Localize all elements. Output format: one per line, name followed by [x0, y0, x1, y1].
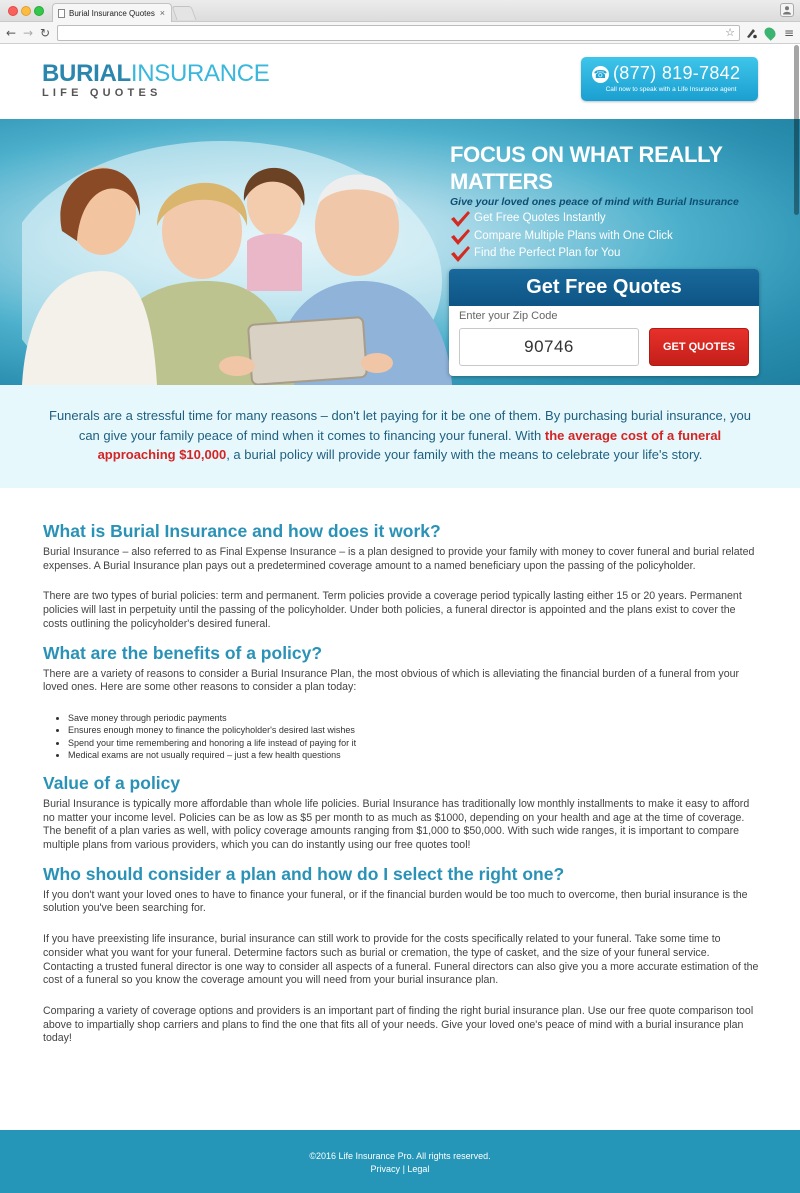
hero-banner: FOCUS ON WHAT REALLY MATTERS Give your l… [0, 119, 800, 385]
pen-extension-icon[interactable] [745, 27, 757, 39]
leaf-extension-icon[interactable] [762, 25, 778, 41]
back-arrow-icon[interactable]: ← [5, 26, 17, 40]
call-phone-button[interactable]: ☎ (877) 819-7842 Call now to speak with … [581, 57, 758, 101]
close-window-button[interactable] [8, 6, 18, 16]
phone-icon: ☎ [592, 66, 609, 83]
paragraph: Burial Insurance – also referred to as F… [43, 546, 755, 572]
tab-title: Burial Insurance Quotes [69, 9, 155, 18]
browser-tab-strip: Burial Insurance Quotes × [0, 0, 800, 22]
reload-icon[interactable]: ↻ [39, 26, 51, 40]
benefits-list: Save money through periodic payments Ens… [68, 712, 761, 762]
site-header: BURIALINSURANCE LIFE QUOTES ☎ (877) 819-… [0, 45, 800, 119]
phone-number: (877) 819-7842 [613, 63, 741, 83]
browser-tab[interactable]: Burial Insurance Quotes × [52, 3, 172, 22]
logo[interactable]: BURIALINSURANCE [42, 61, 270, 87]
checkmark-icon [451, 228, 470, 245]
section-heading: Who should consider a plan and how do I … [43, 863, 565, 884]
hero-title: FOCUS ON WHAT REALLY MATTERS [450, 142, 723, 194]
checkmark-icon [451, 211, 470, 227]
copyright-text: ©2016 Life Insurance Pro. All rights res… [309, 1151, 491, 1161]
hero-bullet-list: Get Free Quotes Instantly Compare Multip… [450, 210, 770, 263]
paragraph: There are two types of burial policies: … [43, 590, 742, 630]
page-scrollbar[interactable] [793, 45, 800, 1193]
paragraph: If you have preexisting life insurance, … [43, 933, 759, 987]
zoom-window-button[interactable] [34, 6, 44, 16]
family-photo [22, 141, 452, 385]
list-item: Spend your time remembering and honoring… [68, 737, 761, 750]
site-footer: ©2016 Life Insurance Pro. All rights res… [0, 1130, 800, 1193]
list-item: Medical exams are not usually required –… [68, 749, 761, 762]
paragraph: If you don't want your loved ones to hav… [43, 888, 748, 915]
address-bar[interactable]: ☆ [57, 25, 740, 41]
forward-arrow-icon[interactable]: → [22, 26, 34, 40]
section-heading: What is Burial Insurance and how does it… [43, 521, 441, 541]
hero-tagline: Give your loved ones peace of mind with … [450, 196, 739, 208]
hero-bullet: Get Free Quotes Instantly [450, 210, 770, 228]
legal-link[interactable]: Legal [407, 1164, 429, 1174]
privacy-link[interactable]: Privacy [371, 1164, 401, 1174]
quote-form-heading: Get Free Quotes [449, 269, 759, 306]
zip-code-input[interactable] [459, 328, 639, 366]
hero-bullet: Find the Perfect Plan for You [450, 245, 770, 263]
document-icon [58, 9, 65, 18]
person-icon[interactable] [780, 3, 794, 17]
logo-word-burial: BURIAL [42, 60, 131, 87]
section-heading: Value of a policy [43, 772, 181, 793]
bookmark-star-icon[interactable]: ☆ [725, 26, 735, 40]
list-item: Ensures enough money to finance the poli… [68, 724, 761, 737]
checkmark-icon [451, 246, 470, 262]
menu-icon[interactable]: ≡ [784, 26, 794, 40]
paragraph: There are a variety of reasons to consid… [43, 667, 740, 694]
get-quotes-button[interactable]: GET QUOTES [649, 328, 749, 366]
section-heading: What are the benefits of a policy? [43, 642, 323, 663]
phone-subtitle: Call now to speak with a Life Insurance … [605, 86, 737, 93]
logo-word-insurance: INSURANCE [130, 60, 270, 87]
hero-bullet-text: Find the Perfect Plan for You [474, 247, 621, 259]
zip-code-label: Enter your Zip Code [459, 310, 558, 322]
scrollbar-thumb[interactable] [794, 45, 799, 215]
intro-text-end: , a burial policy will provide your fami… [226, 447, 703, 462]
footer-links: Privacy | Legal [0, 1163, 800, 1176]
paragraph: Comparing a variety of coverage options … [43, 1004, 754, 1045]
browser-toolbar: ← → ↻ ☆ ≡ [0, 22, 800, 44]
list-item: Save money through periodic payments [68, 712, 761, 725]
new-tab-button[interactable] [171, 6, 197, 20]
logo-subtitle: LIFE QUOTES [42, 87, 162, 99]
intro-statement: Funerals are a stressful time for many r… [0, 385, 800, 488]
quote-form: Get Free Quotes Enter your Zip Code GET … [449, 269, 759, 376]
hero-bullet-text: Compare Multiple Plans with One Click [474, 229, 673, 242]
hero-bullet: Compare Multiple Plans with One Click [450, 228, 770, 246]
article-content: What is Burial Insurance and how does it… [43, 520, 761, 1046]
minimize-window-button[interactable] [21, 6, 31, 16]
tab-close-icon[interactable]: × [160, 8, 165, 18]
hero-bullet-text: Get Free Quotes Instantly [474, 212, 606, 224]
paragraph: Burial Insurance is typically more affor… [43, 797, 750, 852]
